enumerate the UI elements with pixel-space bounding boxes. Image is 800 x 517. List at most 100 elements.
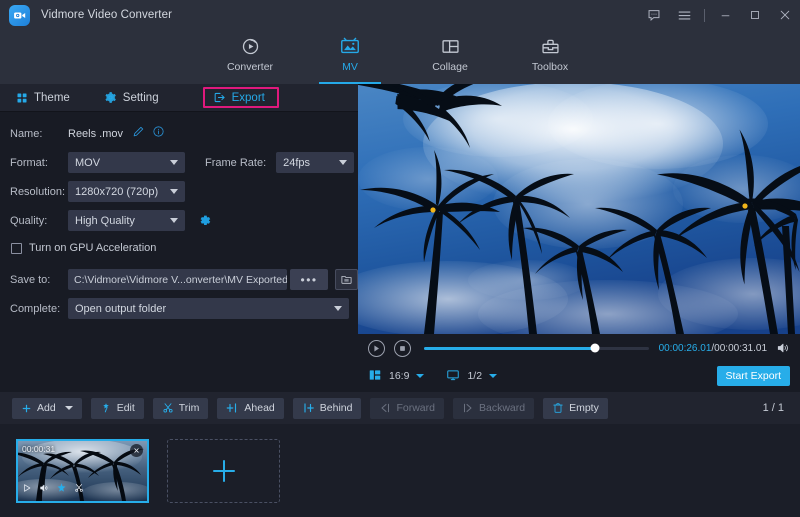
start-export-button-small[interactable]: Start Export bbox=[717, 366, 790, 386]
mv-picture-icon bbox=[339, 34, 361, 58]
quality-select[interactable]: High Quality bbox=[68, 210, 185, 231]
gpu-acceleration-checkbox[interactable] bbox=[11, 243, 22, 254]
video-preview[interactable] bbox=[358, 84, 800, 334]
player-transport-row: 00:00:26.01/00:00:31.01 bbox=[358, 334, 800, 362]
ahead-button[interactable]: Ahead bbox=[217, 398, 283, 419]
name-label: Name: bbox=[10, 128, 68, 140]
gear-settings-icon[interactable] bbox=[197, 213, 212, 228]
total-time: 00:00:31.01 bbox=[714, 343, 767, 354]
button-label: Ahead bbox=[244, 402, 274, 414]
button-label: Behind bbox=[320, 402, 353, 414]
clip-duration: 00:00:31 bbox=[22, 444, 55, 454]
converter-icon bbox=[240, 34, 261, 58]
backward-button[interactable]: Backward bbox=[453, 398, 534, 419]
app-title: Vidmore Video Converter bbox=[41, 9, 172, 21]
move-forward-icon bbox=[379, 402, 391, 414]
play-icon[interactable] bbox=[368, 340, 385, 357]
info-circle-icon[interactable] bbox=[152, 125, 165, 143]
volume-on-icon[interactable] bbox=[776, 341, 790, 355]
effects-star-icon[interactable] bbox=[56, 480, 67, 498]
tab-label: Collage bbox=[432, 61, 468, 73]
behind-button[interactable]: Behind bbox=[293, 398, 362, 419]
button-label: Forward bbox=[396, 402, 435, 414]
tab-mv[interactable]: MV bbox=[311, 30, 389, 84]
aspect-ratio-control[interactable]: 16:9 bbox=[368, 368, 424, 385]
button-label: Backward bbox=[479, 402, 525, 414]
framerate-select[interactable]: 24fps bbox=[276, 152, 354, 173]
resolution-value: 1280x720 (720p) bbox=[75, 186, 158, 198]
seek-progress bbox=[424, 347, 595, 350]
button-label: Edit bbox=[117, 402, 135, 414]
framerate-label: Frame Rate: bbox=[205, 157, 266, 169]
tab-collage[interactable]: Collage bbox=[411, 30, 489, 84]
volume-icon[interactable] bbox=[39, 480, 49, 498]
name-actions bbox=[132, 125, 165, 143]
subtab-label: Export bbox=[232, 92, 265, 104]
format-select[interactable]: MOV bbox=[68, 152, 185, 173]
clip-thumbnail[interactable]: 00:00:31 bbox=[16, 439, 149, 503]
app-window: Vidmore Video Converter bbox=[0, 0, 800, 517]
move-backward-icon bbox=[462, 402, 474, 414]
gpu-acceleration-label: Turn on GPU Acceleration bbox=[29, 242, 156, 254]
pencil-edit-icon[interactable] bbox=[132, 125, 145, 143]
folder-open-icon[interactable] bbox=[335, 269, 358, 290]
add-button[interactable]: Add bbox=[12, 398, 82, 419]
time-display: 00:00:26.01/00:00:31.01 bbox=[659, 343, 767, 354]
complete-row: Complete: Open output folder bbox=[0, 296, 358, 321]
saveto-path-field[interactable]: C:\Vidmore\Vidmore V...onverter\MV Expor… bbox=[68, 269, 287, 290]
minimize-icon[interactable] bbox=[710, 0, 740, 30]
browse-button[interactable]: ••• bbox=[290, 269, 328, 290]
edit-button[interactable]: Edit bbox=[91, 398, 144, 419]
player-controls: 00:00:26.01/00:00:31.01 bbox=[358, 334, 800, 392]
empty-button[interactable]: Empty bbox=[543, 398, 608, 419]
tab-converter[interactable]: Converter bbox=[211, 30, 289, 84]
chevron-down-icon[interactable] bbox=[489, 374, 497, 378]
complete-select[interactable]: Open output folder bbox=[68, 298, 349, 319]
saveto-label: Save to: bbox=[10, 274, 68, 286]
tab-label: Toolbox bbox=[532, 61, 568, 73]
seek-bar[interactable] bbox=[424, 347, 649, 350]
maximize-icon[interactable] bbox=[740, 0, 770, 30]
browse-dots-label: ••• bbox=[301, 273, 318, 287]
complete-value: Open output folder bbox=[75, 303, 166, 315]
export-panel: Theme Setting bbox=[0, 84, 358, 392]
close-icon[interactable] bbox=[770, 0, 800, 30]
stop-icon[interactable] bbox=[394, 340, 411, 357]
zoom-control[interactable]: 1/2 bbox=[446, 368, 497, 385]
subtab-theme[interactable]: Theme bbox=[14, 89, 80, 107]
chevron-down-icon bbox=[170, 189, 178, 194]
chevron-down-icon bbox=[339, 160, 347, 165]
name-value: Reels .mov bbox=[68, 128, 123, 140]
player-options-row: 16:9 1/2 Start Export bbox=[358, 362, 800, 390]
trim-button[interactable]: Trim bbox=[153, 398, 209, 419]
toolbox-icon bbox=[540, 34, 561, 58]
play-icon[interactable] bbox=[22, 480, 32, 498]
gpu-acceleration-row[interactable]: Turn on GPU Acceleration bbox=[0, 237, 358, 259]
close-circle-icon[interactable] bbox=[130, 444, 143, 457]
resolution-label: Resolution: bbox=[10, 186, 68, 198]
theme-grid-icon bbox=[16, 92, 28, 104]
magic-wand-icon bbox=[100, 402, 112, 414]
chevron-down-icon[interactable] bbox=[65, 406, 73, 410]
export-arrow-icon bbox=[213, 91, 226, 104]
zoom-value: 1/2 bbox=[467, 370, 482, 382]
scissors-icon bbox=[162, 402, 174, 414]
insert-behind-icon bbox=[302, 402, 315, 414]
panel-subtabs: Theme Setting bbox=[0, 84, 358, 112]
chevron-down-icon[interactable] bbox=[416, 374, 424, 378]
resolution-select[interactable]: 1280x720 (720p) bbox=[68, 181, 185, 202]
subtab-label: Theme bbox=[34, 92, 70, 104]
scissors-icon[interactable] bbox=[74, 480, 84, 498]
tab-toolbox[interactable]: Toolbox bbox=[511, 30, 589, 84]
speech-bubble-icon[interactable] bbox=[639, 0, 669, 30]
subtab-export[interactable]: Export bbox=[203, 87, 279, 108]
forward-button[interactable]: Forward bbox=[370, 398, 444, 419]
quality-value: High Quality bbox=[75, 215, 135, 227]
app-logo-icon bbox=[9, 5, 30, 26]
hamburger-menu-icon[interactable] bbox=[669, 0, 699, 30]
subtab-setting[interactable]: Setting bbox=[102, 88, 169, 107]
add-clip-button[interactable] bbox=[167, 439, 280, 503]
seek-handle[interactable] bbox=[590, 344, 599, 353]
monitor-icon bbox=[446, 368, 460, 385]
export-form: Name: Reels .mov bbox=[0, 112, 358, 321]
